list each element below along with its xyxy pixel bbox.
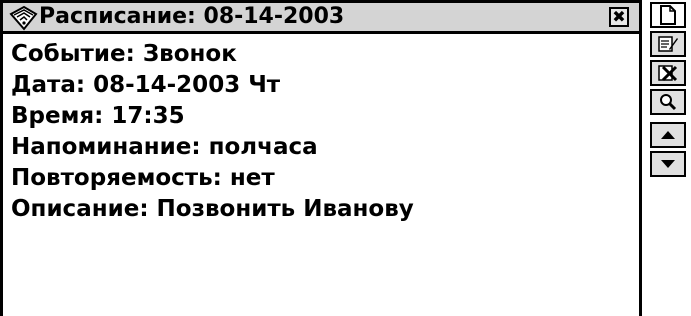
schedule-icon [8,5,38,31]
field-reminder: Напоминание: полчаса [11,132,631,163]
side-toolbar [644,0,691,316]
field-value: нет [229,165,275,191]
field-value: Позвонить Иванову [156,196,414,222]
delete-button[interactable] [650,60,686,86]
field-value: Звонок [142,41,237,67]
new-entry-button[interactable] [650,2,686,28]
field-label: Дата: [11,72,86,98]
new-document-icon [659,5,677,25]
search-icon [658,93,678,111]
field-label: Повторяемость: [11,165,222,191]
event-details: Событие: Звонок Дата: 08-14-2003 Чт Врем… [11,39,631,225]
edit-icon [657,35,679,53]
field-value: 08-14-2003 Чт [93,72,281,98]
scroll-up-button[interactable] [650,122,686,148]
window-title: Расписание: 08-14-2003 [39,4,345,29]
field-event: Событие: Звонок [11,39,631,70]
close-icon: ✖ [612,7,626,26]
close-button[interactable]: ✖ [609,7,629,27]
field-value: 17:35 [111,103,185,129]
search-button[interactable] [650,89,686,115]
scroll-down-icon [659,158,677,170]
field-label: Описание: [11,196,149,222]
scroll-up-icon [659,129,677,141]
schedule-window: Расписание: 08-14-2003 ✖ Событие: Звонок… [0,0,642,316]
delete-icon [657,64,679,82]
field-label: Напоминание: [11,134,201,160]
field-value: полчаса [208,134,318,160]
field-date: Дата: 08-14-2003 Чт [11,70,631,101]
field-repeat: Повторяемость: нет [11,163,631,194]
scroll-down-button[interactable] [650,151,686,177]
edit-button[interactable] [650,31,686,57]
field-time: Время: 17:35 [11,101,631,132]
field-label: Время: [11,103,104,129]
field-label: Событие: [11,41,135,67]
field-description: Описание: Позвонить Иванову [11,194,631,225]
title-bar: Расписание: 08-14-2003 ✖ [3,3,639,34]
